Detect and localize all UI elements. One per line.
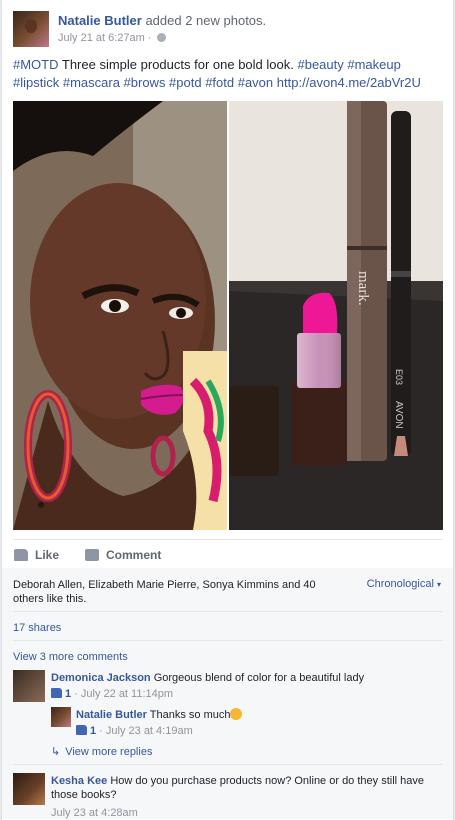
photo-grid: mark. AVON E03 xyxy=(13,101,443,530)
post-url-link[interactable]: http://avon4.me/2abVr2U xyxy=(277,75,421,90)
globe-icon[interactable] xyxy=(156,33,166,42)
comment-meta: July 23 at 4:28am xyxy=(51,807,138,819)
summary-divider-2 xyxy=(13,640,442,641)
reply-meta: 1 · July 23 at 4:19am xyxy=(76,725,193,737)
post-timestamp[interactable]: July 21 at 6:27am xyxy=(58,32,145,44)
post-text: #MOTD Three simple products for one bold… xyxy=(13,56,443,92)
comment-item: Demonica Jackson Gorgeous blend of color… xyxy=(51,671,441,685)
comment-sort-dropdown[interactable]: Chronological ▾ xyxy=(367,578,441,590)
reply-text: Thanks so much xyxy=(149,709,231,721)
thumbs-up-icon xyxy=(51,688,62,698)
mark-brand-text: mark. xyxy=(355,271,371,306)
hashtags-line1-link[interactable]: #beauty #makeup xyxy=(297,57,400,72)
reply-author-name[interactable]: Natalie Butler xyxy=(76,709,147,721)
like-label: Like xyxy=(35,548,60,562)
meta-separator: · xyxy=(147,32,152,44)
reply-arrow-icon: ↳ xyxy=(51,746,61,758)
view-more-replies-label: View more replies xyxy=(65,746,153,758)
avon-pencil-code: E03 xyxy=(394,369,404,385)
wink-emoji-icon xyxy=(230,708,243,720)
post-action-text: added 2 new photos. xyxy=(145,13,267,28)
comment-label: Comment xyxy=(106,548,162,562)
commenter-avatar[interactable] xyxy=(13,773,45,805)
photo-products[interactable]: mark. AVON E03 xyxy=(229,101,443,530)
comment-time[interactable]: July 22 at 11:14pm xyxy=(81,688,173,700)
likes-summary[interactable]: Deborah Allen, Elizabeth Marie Pierre, S… xyxy=(13,578,343,606)
comment-like-count[interactable]: 1 xyxy=(65,688,71,700)
author-avatar[interactable] xyxy=(13,11,49,47)
post-attribution: Natalie Butler added 2 new photos. xyxy=(58,13,266,28)
view-more-comments-link[interactable]: View 3 more comments xyxy=(13,651,128,663)
products-image: mark. AVON E03 xyxy=(229,101,443,530)
thumbs-up-icon xyxy=(76,725,87,735)
sort-label: Chronological xyxy=(366,578,434,590)
reply-item: Natalie Butler Thanks so much xyxy=(76,708,436,722)
selfie-image xyxy=(13,101,227,530)
post-header: Natalie Butler added 2 new photos. July … xyxy=(13,11,443,51)
summary-divider-1 xyxy=(13,611,442,612)
post-meta: July 21 at 6:27am · xyxy=(58,32,166,44)
feedback-summary: Deborah Allen, Elizabeth Marie Pierre, S… xyxy=(2,568,453,819)
commenter-name[interactable]: Demonica Jackson xyxy=(51,672,151,684)
thumbs-up-icon xyxy=(14,549,28,561)
hashtags-line2-link[interactable]: #lipstick #mascara #brows #potd #fotd #a… xyxy=(13,75,273,90)
reply-like-count[interactable]: 1 xyxy=(90,725,96,737)
post-body-text: Three simple products for one bold look. xyxy=(61,57,294,72)
post-actions-bar: Like Comment xyxy=(13,540,443,568)
reply-time[interactable]: July 23 at 4:19am xyxy=(106,725,193,737)
comment-item: Kesha Kee How do you purchase products n… xyxy=(51,774,441,802)
comment-time[interactable]: July 23 at 4:28am xyxy=(51,807,138,819)
comment-text: How do you purchase products now? Online… xyxy=(51,775,425,801)
like-button[interactable]: Like xyxy=(14,548,59,562)
shares-link[interactable]: 17 shares xyxy=(13,622,61,634)
chevron-down-icon: ▾ xyxy=(436,580,441,589)
summary-divider-3 xyxy=(13,764,442,765)
speech-bubble-icon xyxy=(85,549,99,561)
commenter-avatar[interactable] xyxy=(13,670,45,702)
commenter-name[interactable]: Kesha Kee xyxy=(51,775,107,787)
photo-selfie[interactable] xyxy=(13,101,227,530)
post-card: Natalie Butler added 2 new photos. July … xyxy=(1,0,454,820)
hashtag-motd-link[interactable]: #MOTD xyxy=(13,57,59,72)
comment-button[interactable]: Comment xyxy=(85,548,161,562)
reply-avatar[interactable] xyxy=(51,707,71,727)
view-more-replies-link[interactable]: ↳ View more replies xyxy=(51,745,152,758)
author-name-link[interactable]: Natalie Butler xyxy=(58,13,142,28)
avon-pencil-brand: AVON xyxy=(393,401,404,429)
comment-text: Gorgeous blend of color for a beautiful … xyxy=(153,672,365,684)
comment-meta: 1 · July 22 at 11:14pm xyxy=(51,688,173,700)
